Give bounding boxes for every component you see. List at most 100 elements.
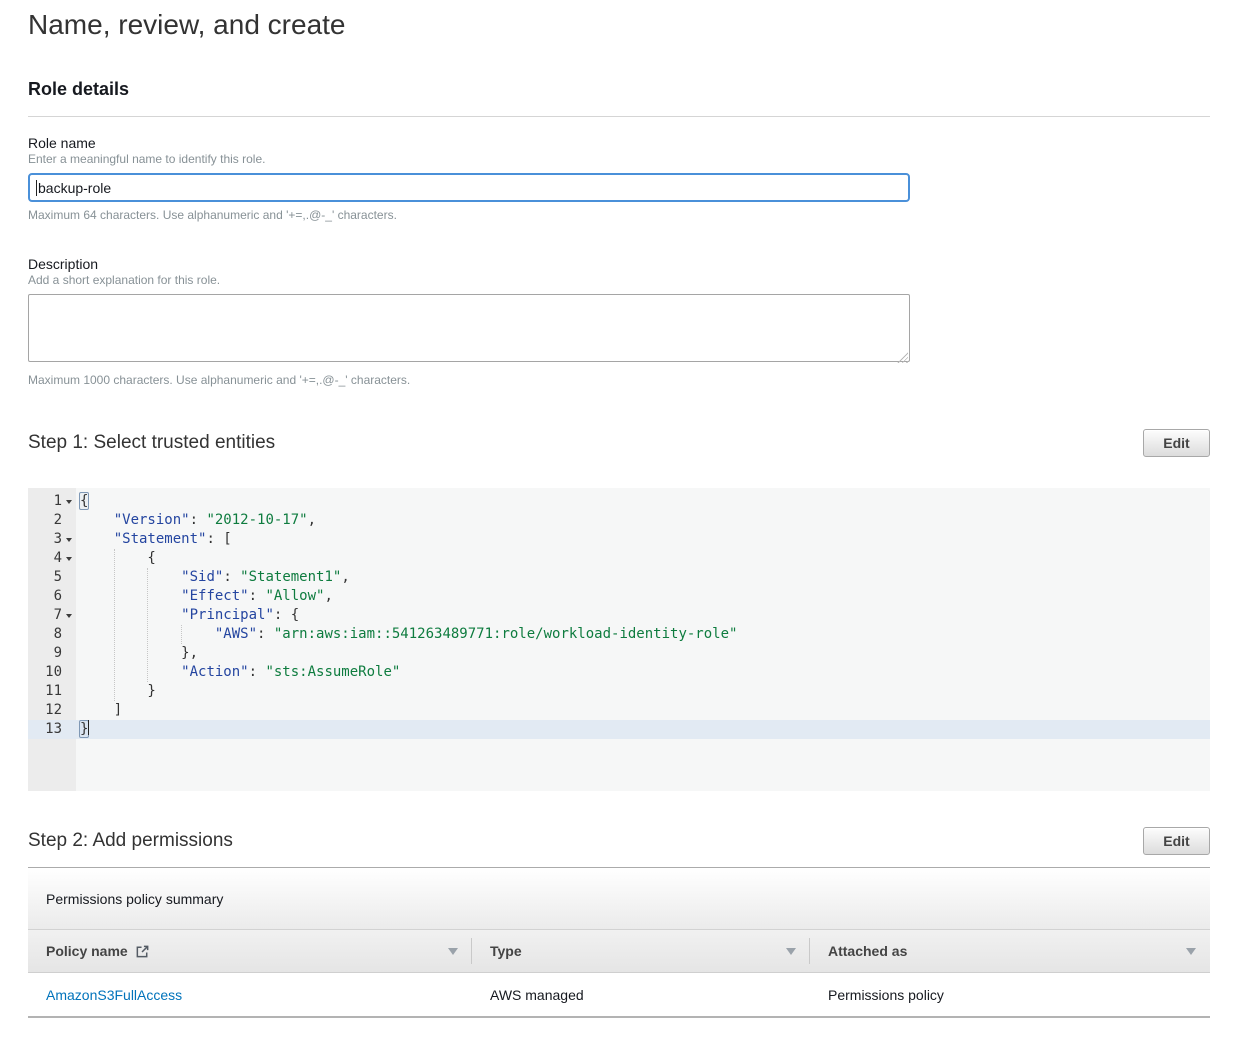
description-textarea[interactable] xyxy=(28,294,910,362)
line-number: 7 xyxy=(28,606,62,625)
step2-header: Step 2: Add permissions Edit xyxy=(28,827,1210,855)
description-helper: Maximum 1000 characters. Use alphanumeri… xyxy=(28,373,1210,388)
code-line-text: } xyxy=(76,720,1210,739)
description-textarea-wrap xyxy=(28,294,910,367)
editor-line: 2 "Version": "2012-10-17", xyxy=(28,511,1210,530)
editor-gutter: 12 xyxy=(28,701,76,720)
step1-edit-button[interactable]: Edit xyxy=(1143,429,1210,457)
sort-icon[interactable] xyxy=(786,948,796,955)
permissions-table-header: Policy name Type Attached as xyxy=(28,930,1210,973)
line-number: 5 xyxy=(28,568,62,587)
divider xyxy=(28,116,1210,117)
code-line-text: { xyxy=(76,492,1210,511)
role-name-input[interactable] xyxy=(28,173,910,202)
editor-gutter: 8 xyxy=(28,625,76,644)
code-line-text: "Effect": "Allow", xyxy=(76,587,1210,606)
code-line-text: "Action": "sts:AssumeRole" xyxy=(76,663,1210,682)
permissions-panel-title: Permissions policy summary xyxy=(28,868,1210,930)
editor-gutter: 6 xyxy=(28,587,76,606)
external-link-icon xyxy=(135,944,150,959)
step2-edit-button[interactable]: Edit xyxy=(1143,827,1210,855)
editor-gutter: 4 xyxy=(28,549,76,568)
code-line-text: ] xyxy=(76,701,1210,720)
editor-gutter: 5 xyxy=(28,568,76,587)
fold-toggle-icon[interactable] xyxy=(62,614,76,618)
editor-gutter: 11 xyxy=(28,682,76,701)
code-line-text: "AWS": "arn:aws:iam::541263489771:role/w… xyxy=(76,625,1210,644)
type-column-label: Type xyxy=(490,943,522,959)
line-number: 6 xyxy=(28,587,62,606)
attached-as-column-label: Attached as xyxy=(828,943,907,959)
step2-heading: Step 2: Add permissions xyxy=(28,830,233,852)
description-label: Description xyxy=(28,255,1210,273)
role-name-label: Role name xyxy=(28,134,1210,152)
column-header-policy-name[interactable]: Policy name xyxy=(28,930,472,972)
editor-cursor xyxy=(88,720,89,735)
policy-name-column-label: Policy name xyxy=(46,943,128,959)
editor-line: 11 } xyxy=(28,682,1210,701)
text-caret xyxy=(36,180,37,196)
description-field: Description Add a short explanation for … xyxy=(28,255,1210,388)
code-line-text: { xyxy=(76,549,1210,568)
code-line-text: "Sid": "Statement1", xyxy=(76,568,1210,587)
line-number: 2 xyxy=(28,511,62,530)
line-number: 8 xyxy=(28,625,62,644)
editor-line: 12 ] xyxy=(28,701,1210,720)
editor-gutter: 3 xyxy=(28,530,76,549)
column-header-type[interactable]: Type xyxy=(472,930,810,972)
name-review-create-page: Name, review, and create Role details Ro… xyxy=(0,0,1242,1018)
permissions-summary-panel: Permissions policy summary Policy name T… xyxy=(28,867,1210,1018)
editor-gutter: 13 xyxy=(28,720,76,739)
sort-icon[interactable] xyxy=(1186,948,1196,955)
line-number: 4 xyxy=(28,549,62,568)
line-number: 10 xyxy=(28,663,62,682)
code-line-text: } xyxy=(76,682,1210,701)
role-details-heading: Role details xyxy=(28,78,1210,100)
editor-line: 9 }, xyxy=(28,644,1210,663)
line-number: 1 xyxy=(28,492,62,511)
line-number: 9 xyxy=(28,644,62,663)
indent-guide xyxy=(181,625,182,644)
code-line-text: "Principal": { xyxy=(76,606,1210,625)
indent-guide xyxy=(114,549,115,701)
editor-line: 1{ xyxy=(28,492,1210,511)
fold-toggle-icon[interactable] xyxy=(62,500,76,504)
editor-gutter: 10 xyxy=(28,663,76,682)
indent-guide xyxy=(147,568,148,682)
page-title: Name, review, and create xyxy=(28,8,1210,42)
fold-toggle-icon[interactable] xyxy=(62,557,76,561)
role-name-helper: Maximum 64 characters. Use alphanumeric … xyxy=(28,208,1210,223)
table-row: AmazonS3FullAccess AWS managed Permissio… xyxy=(28,973,1210,1018)
code-line-text: "Version": "2012-10-17", xyxy=(76,511,1210,530)
editor-line: 3 "Statement": [ xyxy=(28,530,1210,549)
editor-line: 5 "Sid": "Statement1", xyxy=(28,568,1210,587)
editor-line: 7 "Principal": { xyxy=(28,606,1210,625)
code-line-text: }, xyxy=(76,644,1210,663)
step1-header: Step 1: Select trusted entities Edit xyxy=(28,429,1210,457)
sort-icon[interactable] xyxy=(448,948,458,955)
line-number: 11 xyxy=(28,682,62,701)
step1-heading: Step 1: Select trusted entities xyxy=(28,432,275,454)
role-name-field: Role name Enter a meaningful name to ide… xyxy=(28,134,1210,223)
description-hint: Add a short explanation for this role. xyxy=(28,273,1210,288)
policy-name-link[interactable]: AmazonS3FullAccess xyxy=(46,987,182,1003)
role-name-hint: Enter a meaningful name to identify this… xyxy=(28,152,1210,167)
cell-attached-as: Permissions policy xyxy=(810,973,1210,1016)
line-number: 12 xyxy=(28,701,62,720)
trust-policy-editor[interactable]: 1{2 "Version": "2012-10-17",3 "Statement… xyxy=(28,488,1210,791)
editor-gutter: 9 xyxy=(28,644,76,663)
code-line-text: "Statement": [ xyxy=(76,530,1210,549)
line-number: 3 xyxy=(28,530,62,549)
editor-line: 10 "Action": "sts:AssumeRole" xyxy=(28,663,1210,682)
editor-line: 4 { xyxy=(28,549,1210,568)
editor-line: 6 "Effect": "Allow", xyxy=(28,587,1210,606)
line-number: 13 xyxy=(28,720,62,739)
role-name-input-wrap xyxy=(28,173,910,202)
fold-toggle-icon[interactable] xyxy=(62,538,76,542)
editor-line: 8 "AWS": "arn:aws:iam::541263489771:role… xyxy=(28,625,1210,644)
editor-gutter: 7 xyxy=(28,606,76,625)
column-header-attached-as[interactable]: Attached as xyxy=(810,930,1210,972)
cell-policy-name: AmazonS3FullAccess xyxy=(28,973,472,1016)
editor-gutter: 1 xyxy=(28,492,76,511)
editor-line: 13} xyxy=(28,720,1210,739)
